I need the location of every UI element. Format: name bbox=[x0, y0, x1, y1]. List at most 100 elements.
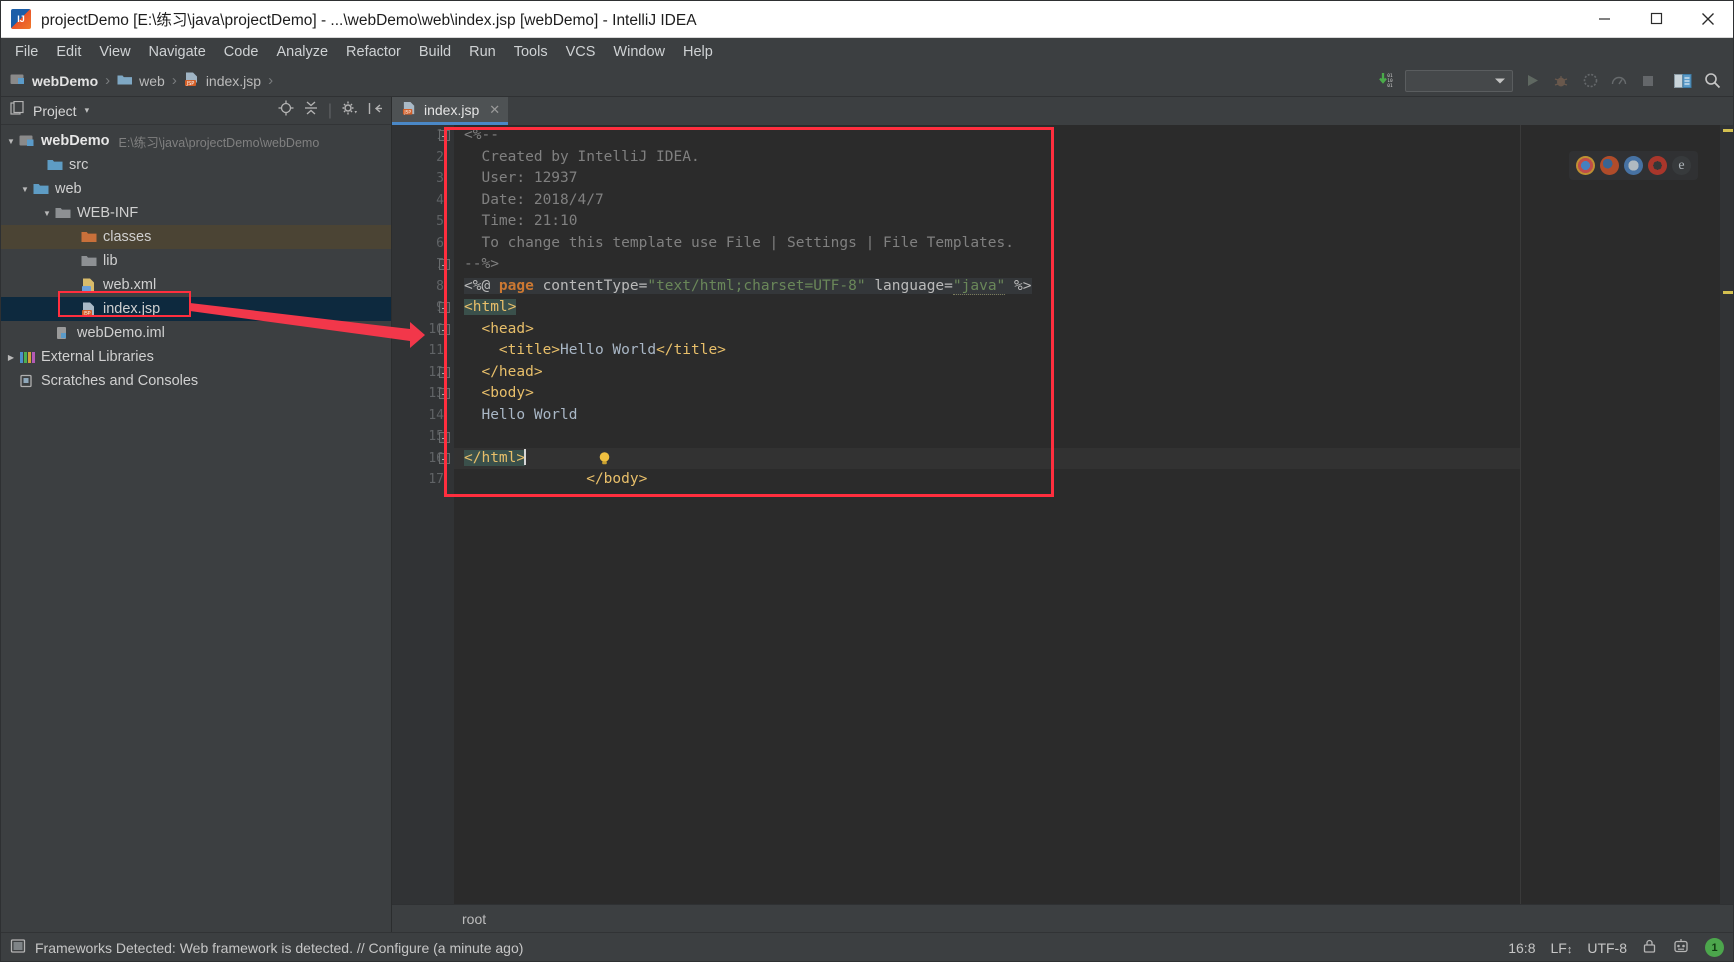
layout-icon[interactable] bbox=[1673, 71, 1693, 91]
jsp-file-icon: JSP bbox=[402, 101, 417, 119]
iml-file-icon bbox=[54, 326, 72, 341]
editor-gutter[interactable]: 1 2 3 4 5 6 7 8 9 10 11 12 13 14 15 16 1 bbox=[392, 125, 454, 904]
fold-marker-icon[interactable] bbox=[439, 259, 450, 270]
tree-node-label: webDemo bbox=[41, 133, 110, 149]
lock-icon[interactable] bbox=[1642, 938, 1657, 957]
tree-node-scratches-and-consoles[interactable]: Scratches and Consoles bbox=[0, 369, 391, 393]
menu-tools[interactable]: Tools bbox=[505, 41, 557, 63]
debug-icon[interactable] bbox=[1551, 71, 1571, 91]
folder-blue-icon bbox=[32, 182, 50, 196]
run-configuration-select[interactable] bbox=[1405, 69, 1513, 92]
chevron-down-icon[interactable]: ▾ bbox=[85, 105, 90, 116]
expand-arrow-icon[interactable]: ▶ bbox=[4, 353, 18, 362]
collapse-all-icon[interactable] bbox=[303, 100, 319, 121]
firefox-browser-icon[interactable] bbox=[1600, 156, 1619, 175]
tree-node-label: web bbox=[55, 181, 82, 197]
menu-view[interactable]: View bbox=[90, 41, 139, 63]
minimize-button[interactable] bbox=[1578, 0, 1630, 38]
code-line-html-close: </html> bbox=[454, 447, 1520, 469]
stripe-mark-info[interactable] bbox=[1723, 291, 1733, 294]
code-segment-tag: </head> bbox=[464, 363, 543, 380]
code-text[interactable]: <%-- Created by IntelliJ IDEA. User: 129… bbox=[454, 125, 1520, 904]
menu-run[interactable]: Run bbox=[460, 41, 505, 63]
status-bar-message[interactable]: Frameworks Detected: Web framework is de… bbox=[35, 940, 523, 956]
fold-marker-icon[interactable] bbox=[439, 367, 450, 378]
fold-marker-icon[interactable] bbox=[439, 432, 450, 443]
tree-node-lib[interactable]: lib bbox=[0, 249, 391, 273]
breadcrumb-web[interactable]: web bbox=[117, 73, 165, 89]
chrome-browser-icon[interactable] bbox=[1576, 156, 1595, 175]
caret-position-label[interactable]: 16:8 bbox=[1508, 940, 1535, 956]
locate-icon[interactable] bbox=[278, 100, 294, 121]
code-line: Date: 2018/4/7 bbox=[454, 190, 1520, 212]
editor-tab-index-jsp[interactable]: JSP index.jsp ✕ bbox=[392, 97, 509, 125]
line-separator-label[interactable]: LF↕ bbox=[1550, 940, 1572, 956]
tree-node-classes[interactable]: classes bbox=[0, 225, 391, 249]
tree-node-path: E:\练习\java\projectDemo\webDemo bbox=[118, 135, 320, 150]
tree-node-index-jsp[interactable]: JSP index.jsp bbox=[0, 297, 391, 321]
breadcrumb-separator: › bbox=[268, 72, 274, 89]
notification-count-badge[interactable]: 1 bbox=[1705, 938, 1724, 957]
expand-arrow-icon[interactable]: ▼ bbox=[40, 209, 54, 218]
menu-help[interactable]: Help bbox=[674, 41, 722, 63]
tree-node-webdemo-iml[interactable]: webDemo.iml bbox=[0, 321, 391, 345]
encoding-label[interactable]: UTF-8 bbox=[1587, 940, 1627, 956]
fold-marker-icon[interactable] bbox=[439, 388, 450, 399]
module-icon bbox=[18, 134, 36, 148]
project-tree[interactable]: ▼ webDemo E:\练习\java\projectDemo\webDemo… bbox=[0, 125, 391, 932]
breadcrumb-label: webDemo bbox=[32, 72, 99, 89]
menu-navigate[interactable]: Navigate bbox=[140, 41, 215, 63]
fold-marker-icon[interactable] bbox=[439, 302, 450, 313]
menu-edit[interactable]: Edit bbox=[47, 41, 90, 63]
hide-panel-icon[interactable] bbox=[368, 101, 383, 121]
tree-node-web[interactable]: ▼ web bbox=[0, 177, 391, 201]
code-segment: %> bbox=[1005, 277, 1032, 294]
stripe-mark-warning[interactable] bbox=[1723, 129, 1733, 132]
tree-node-external-libraries[interactable]: ▶ External Libraries bbox=[0, 345, 391, 369]
close-icon[interactable]: ✕ bbox=[489, 102, 500, 118]
breadcrumb-webdemo[interactable]: webDemo bbox=[10, 72, 98, 89]
folder-icon bbox=[117, 73, 133, 89]
profiler-icon[interactable] bbox=[1609, 71, 1629, 91]
search-everywhere-icon[interactable] bbox=[1702, 71, 1722, 91]
expand-arrow-icon[interactable]: ▼ bbox=[18, 185, 32, 194]
element-breadcrumb-root[interactable]: root bbox=[462, 911, 486, 927]
notification-icon[interactable] bbox=[10, 938, 26, 957]
safari-browser-icon[interactable] bbox=[1624, 156, 1643, 175]
run-icon[interactable] bbox=[1522, 71, 1542, 91]
menu-refactor[interactable]: Refactor bbox=[337, 41, 410, 63]
intention-bulb-icon[interactable] bbox=[475, 429, 612, 495]
menu-bar: File Edit View Navigate Code Analyze Ref… bbox=[0, 38, 1734, 65]
tree-node-web-inf[interactable]: ▼ WEB-INF bbox=[0, 201, 391, 225]
tree-node-webdemo[interactable]: ▼ webDemo E:\练习\java\projectDemo\webDemo bbox=[0, 129, 391, 153]
fold-marker-column[interactable] bbox=[438, 125, 454, 904]
run-with-coverage-icon[interactable] bbox=[1580, 71, 1600, 91]
settings-gear-icon[interactable] bbox=[341, 100, 359, 121]
code-line: Time: 21:10 bbox=[454, 211, 1520, 233]
update-project-icon[interactable]: 01 10 01 bbox=[1376, 71, 1396, 91]
menu-code[interactable]: Code bbox=[215, 41, 268, 63]
code-segment: Created by IntelliJ IDEA. bbox=[464, 148, 700, 165]
menu-build[interactable]: Build bbox=[410, 41, 460, 63]
stop-icon[interactable] bbox=[1638, 71, 1658, 91]
fold-marker-icon[interactable] bbox=[439, 130, 450, 141]
svg-text:JSP: JSP bbox=[403, 109, 411, 115]
menu-window[interactable]: Window bbox=[604, 41, 674, 63]
maximize-button[interactable] bbox=[1630, 0, 1682, 38]
breadcrumb-index-jsp[interactable]: JSP index.jsp bbox=[184, 72, 261, 90]
menu-file[interactable]: File bbox=[6, 41, 47, 63]
close-button[interactable] bbox=[1682, 0, 1734, 38]
menu-vcs[interactable]: VCS bbox=[557, 41, 605, 63]
tree-node-label: index.jsp bbox=[103, 301, 161, 317]
code-line: <head> bbox=[454, 319, 1520, 341]
tree-node-src[interactable]: src bbox=[0, 153, 391, 177]
error-stripe-scrollbar[interactable] bbox=[1720, 125, 1734, 904]
opera-browser-icon[interactable] bbox=[1648, 156, 1667, 175]
tree-node-web-xml[interactable]: web.xml bbox=[0, 273, 391, 297]
fold-marker-icon[interactable] bbox=[439, 453, 450, 464]
menu-analyze[interactable]: Analyze bbox=[267, 41, 337, 63]
expand-arrow-icon[interactable]: ▼ bbox=[4, 137, 18, 146]
edge-browser-icon[interactable]: e bbox=[1672, 156, 1691, 175]
fold-marker-icon[interactable] bbox=[439, 324, 450, 335]
inspector-face-icon[interactable] bbox=[1672, 938, 1690, 958]
